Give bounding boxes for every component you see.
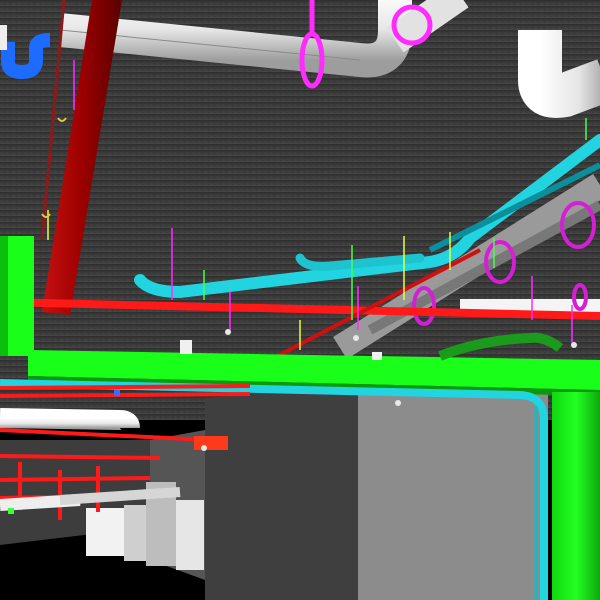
sanitary-pipe-lower-left: [0, 408, 140, 431]
duct-riser-left-side: [0, 236, 8, 356]
duct-fitting-white-2: [372, 352, 382, 360]
blue-marker: [114, 390, 120, 396]
green-marker: [8, 508, 14, 514]
duct-vertical-right: [552, 392, 600, 600]
column-3: [176, 500, 204, 570]
model-scene[interactable]: [0, 0, 600, 600]
duct-fitting-white: [180, 340, 192, 354]
concrete-wall-light: [358, 386, 548, 600]
concrete-wall-dark: [205, 386, 358, 600]
column-1: [86, 508, 124, 556]
fire-valve-box: [194, 436, 228, 450]
column-2: [124, 505, 146, 561]
bim-3d-viewport[interactable]: [0, 0, 600, 600]
